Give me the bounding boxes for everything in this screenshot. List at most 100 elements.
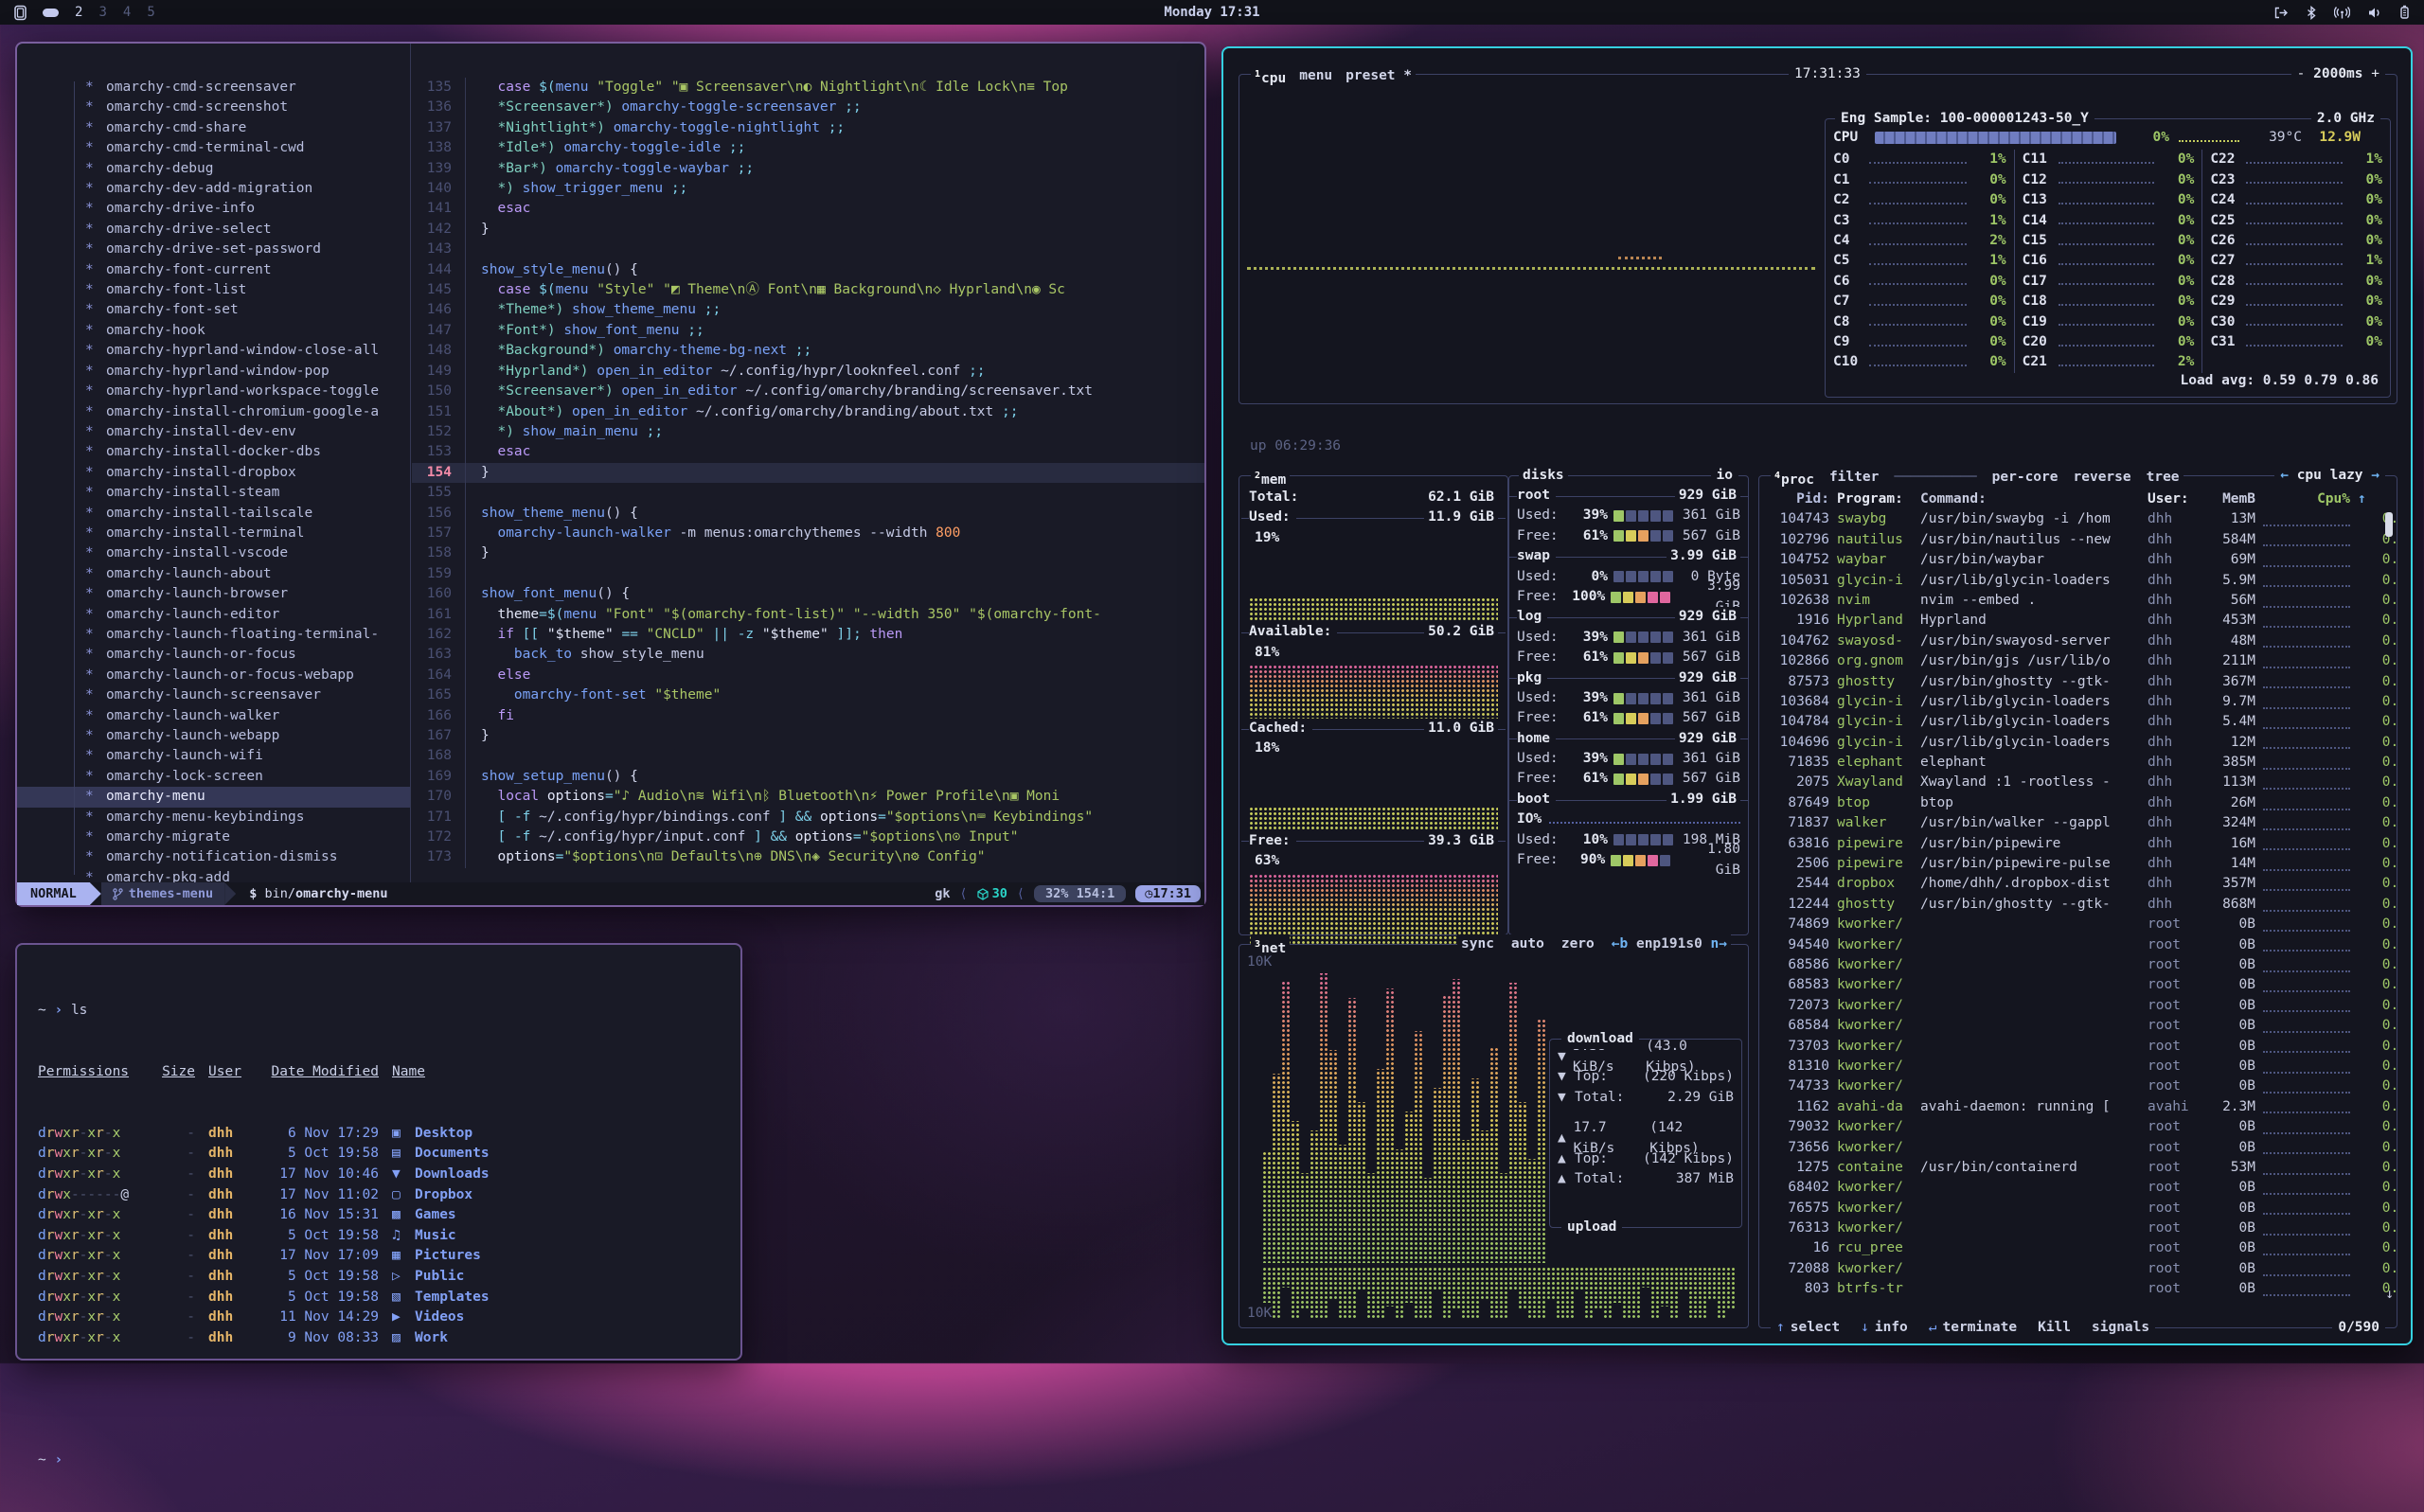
proc-footer-action[interactable]: ↑select bbox=[1776, 1318, 1840, 1338]
proc-row[interactable]: 12244ghostty/usr/bin/ghostty --gtk-dhh86… bbox=[1759, 895, 2397, 915]
proc-row[interactable]: 87573ghostty/usr/bin/ghostty --gtk-dhh36… bbox=[1759, 672, 2397, 692]
file-item[interactable]: *omarchy-font-list bbox=[17, 280, 410, 300]
proc-row[interactable]: 68584kworker/root0B0.0 bbox=[1759, 1016, 2397, 1036]
file-name[interactable]: ▧Templates bbox=[392, 1288, 740, 1308]
code-line[interactable]: 138 *Idle*) omarchy-toggle-idle ;; bbox=[412, 138, 1204, 158]
file-item[interactable]: *omarchy-install-chromium-google-a bbox=[17, 402, 410, 422]
file-item[interactable]: *omarchy-install-dev-env bbox=[17, 422, 410, 442]
net-zero-button[interactable]: zero bbox=[1561, 934, 1595, 954]
code-line[interactable]: 153 esac bbox=[412, 442, 1204, 462]
code-line[interactable]: 142} bbox=[412, 220, 1204, 240]
file-item[interactable]: *omarchy-install-vscode bbox=[17, 543, 410, 563]
file-item[interactable]: *omarchy-debug bbox=[17, 159, 410, 179]
workspace-4[interactable]: 4 bbox=[123, 5, 131, 20]
proc-row[interactable]: 68583kworker/root0B0.0 bbox=[1759, 975, 2397, 995]
code-line[interactable]: 170 local options="♪ Audio\n≋ Wifi\nᛒ Bl… bbox=[412, 787, 1204, 807]
code-line[interactable]: 148 *Background*) omarchy-theme-bg-next … bbox=[412, 341, 1204, 361]
next-iface-button[interactable]: n→ bbox=[1711, 936, 1727, 952]
code-line[interactable]: 141 esac bbox=[412, 199, 1204, 219]
code-line[interactable]: 154} bbox=[412, 463, 1204, 483]
code-line[interactable]: 171 [ -f ~/.config/hypr/bindings.conf ] … bbox=[412, 808, 1204, 827]
file-item[interactable]: *omarchy-launch-about bbox=[17, 564, 410, 584]
file-item[interactable]: *omarchy-install-dropbox bbox=[17, 463, 410, 483]
code-line[interactable]: 151 *About*) open_in_editor ~/.config/om… bbox=[412, 402, 1204, 422]
proc-scrollbar[interactable] bbox=[2385, 512, 2393, 537]
file-name[interactable]: ▦Pictures bbox=[392, 1246, 740, 1267]
proc-column-header[interactable]: Program: bbox=[1837, 489, 1913, 509]
sort-next-button[interactable]: → bbox=[2371, 468, 2379, 483]
proc-row[interactable]: 76313kworker/root0B0.0 bbox=[1759, 1218, 2397, 1238]
file-item[interactable]: *omarchy-hyprland-window-pop bbox=[17, 362, 410, 382]
file-item[interactable]: *omarchy-launch-floating-terminal- bbox=[17, 625, 410, 645]
reverse-button[interactable]: reverse bbox=[2074, 468, 2131, 488]
proc-row[interactable]: 87649btopbtopdhh26M0.0 bbox=[1759, 793, 2397, 813]
code-line[interactable]: 165 omarchy-font-set "$theme" bbox=[412, 685, 1204, 705]
file-item[interactable]: *omarchy-install-terminal bbox=[17, 524, 410, 543]
proc-row[interactable]: 1162avahi-daavahi-daemon: running [avahi… bbox=[1759, 1097, 2397, 1117]
proc-row[interactable]: 103684glycin-i/usr/lib/glycin-loadersdhh… bbox=[1759, 692, 2397, 712]
code-line[interactable]: 163 back_to show_style_menu bbox=[412, 645, 1204, 665]
proc-row[interactable]: 94540kworker/root0B0.0 bbox=[1759, 935, 2397, 955]
file-name[interactable]: ▣Desktop bbox=[392, 1124, 740, 1145]
proc-column-header[interactable]: Pid: bbox=[1769, 489, 1829, 509]
proc-column-header[interactable]: ↑ bbox=[2358, 489, 2407, 509]
proc-row[interactable]: 16rcu_preeroot0B0.0 bbox=[1759, 1238, 2397, 1258]
code-line[interactable]: 160show_font_menu() { bbox=[412, 584, 1204, 604]
proc-row[interactable]: 76575kworker/root0B0.0 bbox=[1759, 1199, 2397, 1218]
code-line[interactable]: 144show_style_menu() { bbox=[412, 260, 1204, 280]
file-name[interactable]: ♫Music bbox=[392, 1226, 740, 1247]
file-name[interactable]: ▨Work bbox=[392, 1328, 740, 1349]
proc-row[interactable]: 71837walker/usr/bin/walker --gappldhh324… bbox=[1759, 813, 2397, 833]
io-mode-button[interactable]: io bbox=[1711, 466, 1738, 486]
file-item[interactable]: *omarchy-drive-info bbox=[17, 199, 410, 219]
file-item[interactable]: *omarchy-launch-wifi bbox=[17, 746, 410, 766]
code-line[interactable]: 173 options="$options\n⊡ Defaults\n⊕ DNS… bbox=[412, 847, 1204, 867]
proc-row[interactable]: 73656kworker/root0B0.0 bbox=[1759, 1138, 2397, 1158]
code-line[interactable]: 156show_theme_menu() { bbox=[412, 504, 1204, 524]
net-sync-button[interactable]: sync bbox=[1461, 934, 1494, 954]
volume-icon[interactable] bbox=[2367, 6, 2381, 20]
file-item[interactable]: *omarchy-drive-set-password bbox=[17, 240, 410, 259]
disks-tab[interactable]: disks bbox=[1523, 466, 1564, 486]
proc-row[interactable]: 74869kworker/root0B0.0 bbox=[1759, 915, 2397, 934]
file-item[interactable]: *omarchy-install-steam bbox=[17, 483, 410, 503]
file-item[interactable]: *omarchy-font-set bbox=[17, 300, 410, 320]
proc-row[interactable]: 104743swaybg/usr/bin/swaybg -i /homdhh13… bbox=[1759, 509, 2397, 529]
proc-tab[interactable]: 4proc bbox=[1774, 466, 1814, 490]
code-line[interactable]: 157 omarchy-launch-walker -m menus:omarc… bbox=[412, 524, 1204, 543]
proc-column-header[interactable]: Cpu% bbox=[2263, 489, 2350, 509]
file-item[interactable]: *omarchy-hyprland-window-close-all bbox=[17, 341, 410, 361]
proc-row[interactable]: 74733kworker/root0B0.0 bbox=[1759, 1076, 2397, 1096]
proc-row[interactable]: 73703kworker/root0B0.0 bbox=[1759, 1037, 2397, 1057]
logout-icon[interactable] bbox=[2273, 6, 2289, 20]
file-item[interactable]: *omarchy-dev-add-migration bbox=[17, 179, 410, 199]
proc-row[interactable]: 803btrfs-trroot0B0.0 bbox=[1759, 1279, 2397, 1299]
proc-row[interactable]: 81310kworker/root0B0.0 bbox=[1759, 1057, 2397, 1076]
file-item[interactable]: *omarchy-launch-walker bbox=[17, 706, 410, 726]
code-line[interactable]: 152 *) show_main_menu ;; bbox=[412, 422, 1204, 442]
code-pane[interactable]: 135 case $(menu "Toggle" "▣ Screensaver\… bbox=[412, 44, 1204, 882]
file-item[interactable]: *omarchy-launch-screensaver bbox=[17, 685, 410, 705]
net-auto-button[interactable]: auto bbox=[1511, 934, 1544, 954]
file-item[interactable]: *omarchy-notification-dismiss bbox=[17, 847, 410, 867]
code-line[interactable]: 140 *) show_trigger_menu ;; bbox=[412, 179, 1204, 199]
file-item[interactable]: *omarchy-launch-or-focus-webapp bbox=[17, 666, 410, 685]
proc-column-header[interactable]: MemB bbox=[2204, 489, 2255, 509]
battery-icon[interactable] bbox=[2398, 5, 2411, 20]
file-item[interactable]: *omarchy-cmd-share bbox=[17, 118, 410, 138]
code-line[interactable]: 143 bbox=[412, 240, 1204, 259]
code-line[interactable]: 169show_setup_menu() { bbox=[412, 767, 1204, 787]
menu-button[interactable]: menu bbox=[1299, 66, 1332, 86]
per-core-button[interactable]: per-core bbox=[1992, 468, 2059, 488]
proc-row[interactable]: 104752waybar/usr/bin/waybardhh69M0.0 bbox=[1759, 550, 2397, 570]
code-line[interactable]: 136 *Screensaver*) omarchy-toggle-screen… bbox=[412, 98, 1204, 117]
code-line[interactable]: 168 bbox=[412, 746, 1204, 766]
code-line[interactable]: 159 bbox=[412, 564, 1204, 584]
file-item[interactable]: *omarchy-menu-keybindings bbox=[17, 808, 410, 827]
proc-row[interactable]: 104696glycin-i/usr/lib/glycin-loadersdhh… bbox=[1759, 733, 2397, 753]
terminal-window[interactable]: ~ › ls PermissionsSizeUserDate ModifiedN… bbox=[15, 943, 742, 1361]
file-item[interactable]: *omarchy-cmd-screensaver bbox=[17, 78, 410, 98]
workspace-2[interactable]: 2 bbox=[75, 5, 82, 20]
file-item[interactable]: *omarchy-launch-webapp bbox=[17, 726, 410, 746]
workspace-3[interactable]: 3 bbox=[98, 5, 106, 20]
